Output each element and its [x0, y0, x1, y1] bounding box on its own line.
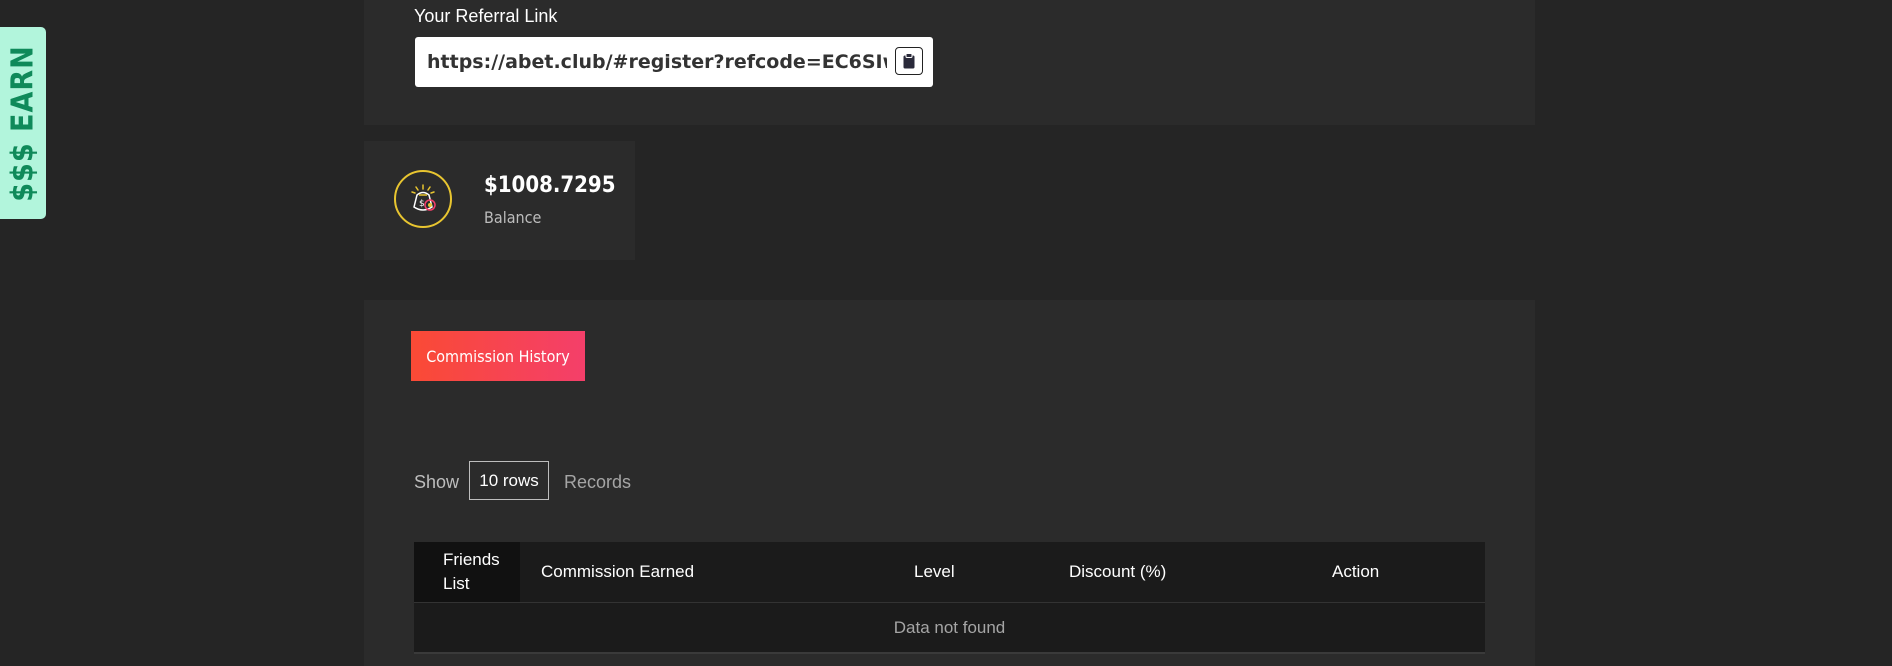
rows-per-page-select[interactable]: 10 rows — [469, 461, 549, 500]
referral-link-label: Your Referral Link — [414, 6, 558, 26]
balance-amount: $1008.7295 — [484, 173, 616, 198]
balance-label: Balance — [484, 208, 542, 227]
column-header-discount[interactable]: Discount (%) — [1069, 542, 1166, 602]
referral-panel: Your Referral Link — [364, 0, 1535, 125]
column-header-commission-earned[interactable]: Commission Earned — [541, 542, 694, 602]
tab-commission-history[interactable]: Commission History — [411, 331, 585, 381]
table-header: Friends List Commission Earned Level Dis… — [414, 542, 1485, 603]
earn-side-tab[interactable]: $$$ EARN — [0, 27, 46, 219]
balance-card: $ $1008.7295 Balance — [364, 141, 635, 260]
table-bottom-border — [414, 652, 1485, 654]
copy-link-button[interactable] — [895, 47, 923, 75]
empty-table-message: Data not found — [893, 617, 1006, 637]
column-header-level[interactable]: Level — [914, 542, 955, 602]
commission-history-panel: Commission History Show 10 rows Records … — [364, 300, 1535, 666]
records-label: Records — [564, 472, 632, 492]
earn-side-tab-label: $$$ EARN — [5, 44, 41, 202]
referral-link-input[interactable] — [415, 37, 887, 87]
commission-table: Friends List Commission Earned Level Dis… — [414, 542, 1485, 654]
clipboard-icon — [903, 53, 915, 69]
money-bag-icon: $ — [394, 170, 452, 228]
column-header-friends-list[interactable]: Friends List — [414, 542, 520, 602]
referral-link-box — [415, 37, 933, 87]
show-label: Show — [414, 472, 460, 492]
column-header-action[interactable]: Action — [1332, 542, 1379, 602]
svg-text:$: $ — [419, 199, 425, 209]
